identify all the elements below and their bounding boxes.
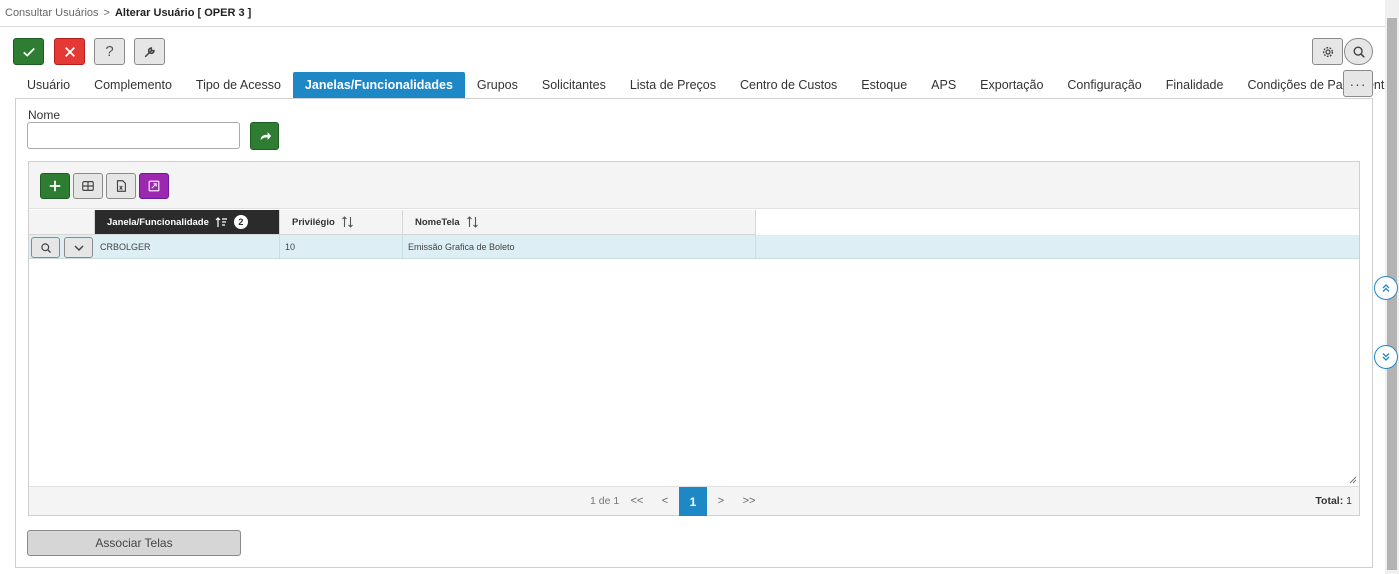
question-icon: ?: [105, 43, 114, 60]
double-chevron-up-icon: [1382, 284, 1390, 292]
header-divider: [0, 26, 1385, 27]
sort-order-badge: 2: [233, 215, 248, 229]
tab-tipo-de-acesso[interactable]: Tipo de Acesso: [184, 72, 293, 98]
grid-columns-icon: [82, 181, 94, 191]
chevron-down-icon: [73, 244, 84, 251]
expand-grid-button[interactable]: [139, 173, 169, 199]
tab-grupos[interactable]: Grupos: [465, 72, 530, 98]
page-info: 1 de 1: [590, 495, 620, 507]
gear-icon: [1322, 46, 1333, 57]
cell-janela: CRBOLGER: [95, 235, 280, 259]
cancel-button[interactable]: [54, 38, 85, 65]
grid-header-actions: [29, 210, 95, 235]
column-label: Privilégio: [292, 216, 335, 228]
tab-aps[interactable]: APS: [919, 72, 968, 98]
cell-nometela: Emissão Grafica de Boleto: [403, 235, 756, 259]
columns-button[interactable]: [73, 173, 103, 199]
total-label: Total:: [1315, 495, 1344, 507]
tab-bar: Usuário Complemento Tipo de Acesso Janel…: [15, 72, 1399, 98]
add-row-button[interactable]: [40, 173, 70, 199]
global-search-button[interactable]: [1344, 38, 1373, 65]
breadcrumb-parent-link[interactable]: Consultar Usuários: [5, 7, 99, 19]
last-page-button[interactable]: >>: [735, 487, 763, 516]
check-icon: [22, 47, 35, 57]
more-icon: ···: [1349, 75, 1367, 92]
data-grid: Janela/Funcionalidade 2 Privilégio NomeT…: [28, 161, 1360, 516]
grid-toolbar: [29, 162, 1359, 209]
more-tabs-button[interactable]: ···: [1343, 70, 1373, 97]
wrench-icon: [144, 46, 155, 57]
filter-go-button[interactable]: [250, 122, 279, 150]
first-page-button[interactable]: <<: [623, 487, 651, 516]
row-menu-button[interactable]: [64, 237, 93, 258]
total-count: Total: 1: [1315, 487, 1352, 516]
sort-asc-icon: [215, 216, 227, 227]
double-chevron-down-icon: [1382, 353, 1390, 361]
tab-complemento[interactable]: Complemento: [82, 72, 184, 98]
tab-exportacao[interactable]: Exportação: [968, 72, 1055, 98]
column-label: NomeTela: [415, 216, 460, 228]
tab-solicitantes[interactable]: Solicitantes: [530, 72, 618, 98]
sort-icon: [466, 216, 478, 228]
column-header-privilegio[interactable]: Privilégio: [280, 210, 403, 235]
table-row[interactable]: CRBOLGER 10 Emissão Grafica de Boleto: [29, 235, 1359, 259]
breadcrumb-current: Alterar Usuário [ OPER 3 ]: [114, 7, 252, 19]
sort-icon: [341, 216, 353, 228]
prev-page-button[interactable]: <: [651, 487, 679, 516]
close-icon: [64, 46, 75, 57]
breadcrumb: Consultar Usuários > Alterar Usuário [ O…: [5, 7, 251, 19]
associar-telas-button[interactable]: Associar Telas: [27, 530, 241, 556]
search-icon: [40, 242, 51, 253]
tab-centro-de-custos[interactable]: Centro de Custos: [728, 72, 849, 98]
help-button[interactable]: ?: [94, 38, 125, 65]
tab-condicoes-de-pagamento[interactable]: Condições de Pagamento: [1235, 72, 1399, 98]
column-header-nometela[interactable]: NomeTela: [403, 210, 756, 235]
excel-file-icon: [116, 180, 126, 192]
total-value: 1: [1346, 495, 1352, 507]
breadcrumb-separator: >: [103, 7, 110, 19]
tab-lista-de-precos[interactable]: Lista de Preços: [618, 72, 728, 98]
nome-input[interactable]: [27, 122, 240, 149]
tab-estoque[interactable]: Estoque: [849, 72, 919, 98]
search-icon: [1352, 45, 1365, 58]
scroll-bottom-button[interactable]: [1374, 345, 1398, 369]
next-page-button[interactable]: >: [707, 487, 735, 516]
resize-grip-icon[interactable]: [1349, 476, 1357, 484]
plus-icon: [49, 180, 61, 192]
tab-finalidade[interactable]: Finalidade: [1154, 72, 1236, 98]
tab-usuario[interactable]: Usuário: [15, 72, 82, 98]
confirm-button[interactable]: [13, 38, 44, 65]
tab-configuracao[interactable]: Configuração: [1055, 72, 1153, 98]
scroll-top-button[interactable]: [1374, 276, 1398, 300]
expand-icon: [148, 180, 160, 192]
settings-button[interactable]: [1312, 38, 1343, 65]
tab-janelas-funcionalidades[interactable]: Janelas/Funcionalidades: [292, 72, 465, 98]
share-arrow-icon: [260, 132, 271, 141]
row-view-button[interactable]: [31, 237, 60, 258]
pagination-bar: 1 de 1 << < 1 > >> Total: 1: [29, 486, 1359, 516]
cell-privilegio: 10: [280, 235, 403, 259]
nome-label: Nome: [28, 108, 61, 122]
column-label: Janela/Funcionalidade: [107, 216, 209, 228]
tools-button[interactable]: [134, 38, 165, 65]
export-excel-button[interactable]: [106, 173, 136, 199]
column-header-janela[interactable]: Janela/Funcionalidade 2: [95, 210, 280, 235]
current-page-button[interactable]: 1: [679, 487, 707, 516]
